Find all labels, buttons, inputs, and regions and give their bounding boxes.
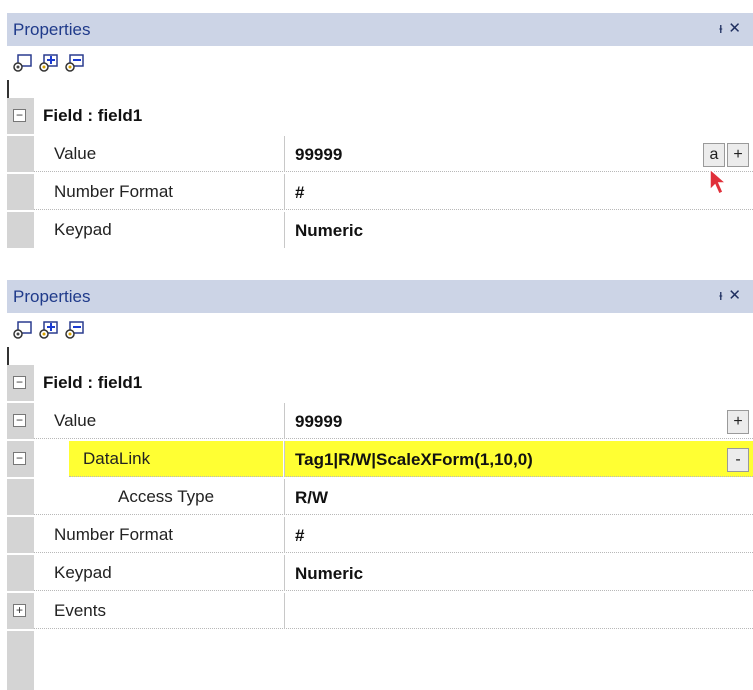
- property-row-access-type[interactable]: Access Type R/W: [7, 479, 753, 515]
- collapse-all-icon[interactable]: [65, 53, 85, 73]
- property-row-events[interactable]: + Events: [7, 593, 753, 629]
- collapse-icon[interactable]: −: [13, 414, 26, 427]
- property-row-value[interactable]: Value 99999 a +: [7, 136, 753, 172]
- property-row-number-format[interactable]: Number Format #: [7, 174, 753, 210]
- add-button[interactable]: +: [727, 410, 749, 434]
- category-label: Field : field1: [43, 106, 143, 125]
- property-value[interactable]: 99999: [295, 412, 342, 432]
- property-name: Keypad: [54, 220, 112, 239]
- collapse-icon[interactable]: −: [13, 109, 26, 122]
- property-name: Number Format: [54, 525, 174, 544]
- remove-button[interactable]: -: [727, 448, 749, 472]
- edit-button-a[interactable]: a: [703, 143, 725, 167]
- property-name: Events: [54, 601, 106, 620]
- categorized-view-icon[interactable]: [13, 320, 33, 340]
- property-row-keypad[interactable]: Keypad Numeric: [7, 212, 753, 248]
- expand-all-icon[interactable]: [39, 320, 59, 340]
- properties-panel-top: Properties ᵼ✕ − Field : field1 Value 999…: [0, 0, 753, 258]
- category-row[interactable]: − Field : field1: [7, 365, 753, 401]
- category-row[interactable]: − Field : field1: [7, 98, 753, 134]
- property-row-value[interactable]: − Value 99999 +: [7, 403, 753, 439]
- categorized-view-icon[interactable]: [13, 53, 33, 73]
- property-row-datalink[interactable]: − DataLink Tag1|R/W|ScaleXForm(1,10,0) -: [7, 441, 753, 477]
- property-value[interactable]: 99999: [295, 145, 342, 165]
- property-value[interactable]: #: [295, 526, 304, 546]
- collapse-all-icon[interactable]: [65, 320, 85, 340]
- property-row-keypad[interactable]: Keypad Numeric: [7, 555, 753, 591]
- category-label: Field : field1: [43, 373, 143, 392]
- property-name: Value: [54, 144, 97, 163]
- close-icon[interactable]: ✕: [728, 287, 747, 304]
- collapse-icon[interactable]: −: [13, 452, 26, 465]
- properties-toolbar: [7, 46, 753, 80]
- property-value[interactable]: #: [295, 183, 304, 203]
- mouse-cursor-icon: [709, 168, 728, 196]
- property-name: Value: [54, 411, 97, 430]
- panel-title-bar[interactable]: Properties ᵼ✕: [7, 280, 753, 313]
- panel-title: Properties: [13, 20, 91, 39]
- property-grid: − Field : field1 − Value 99999 + − DataL…: [7, 365, 753, 690]
- close-icon[interactable]: ✕: [728, 20, 747, 37]
- grid-gutter: [7, 631, 34, 690]
- property-value[interactable]: R/W: [295, 488, 328, 508]
- property-value[interactable]: Numeric: [295, 221, 363, 241]
- add-button[interactable]: +: [727, 143, 749, 167]
- panel-title-bar[interactable]: Properties ᵼ✕: [7, 13, 753, 46]
- properties-toolbar: [7, 313, 753, 347]
- property-row-number-format[interactable]: Number Format #: [7, 517, 753, 553]
- property-value[interactable]: Tag1|R/W|ScaleXForm(1,10,0): [295, 450, 533, 470]
- panel-title: Properties: [13, 287, 91, 306]
- expand-icon[interactable]: +: [13, 604, 26, 617]
- property-name: DataLink: [83, 449, 151, 468]
- properties-panel-bottom: Properties ᵼ✕ − Field : field1 − Value 9…: [0, 280, 753, 690]
- property-name: Keypad: [54, 563, 112, 582]
- expand-all-icon[interactable]: [39, 53, 59, 73]
- property-name: Access Type: [118, 487, 215, 506]
- property-value[interactable]: Numeric: [295, 564, 363, 584]
- property-name: Number Format: [54, 182, 174, 201]
- property-grid: − Field : field1 Value 99999 a + Number …: [7, 98, 753, 258]
- collapse-icon[interactable]: −: [13, 376, 26, 389]
